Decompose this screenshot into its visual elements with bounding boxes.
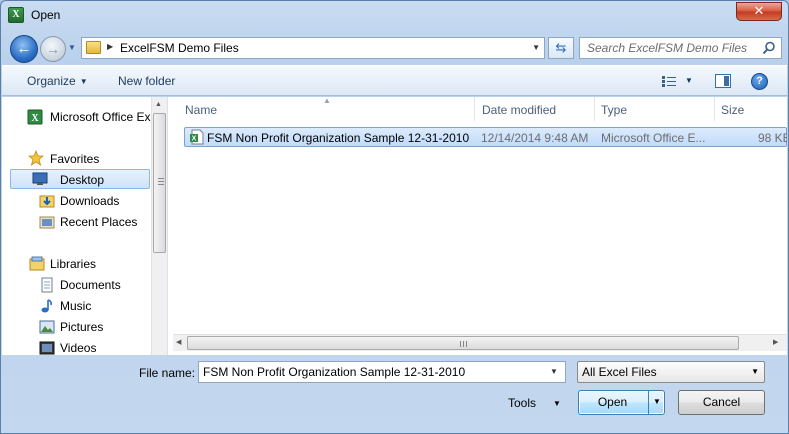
libraries-icon [29, 256, 45, 271]
file-name-dropdown-icon[interactable]: ▼ [550, 367, 558, 376]
file-list: ▲ Name Date modified Type Size X FSM Non… [173, 97, 787, 355]
scroll-grip [158, 181, 164, 182]
horizontal-scrollbar[interactable]: ◀ ▶ [173, 334, 787, 351]
back-button[interactable]: ← [10, 35, 38, 63]
sidebar-item-label: Music [60, 299, 92, 313]
dialog-title: Open [31, 8, 61, 22]
excel-icon: X [27, 109, 43, 125]
cancel-button[interactable]: Cancel [678, 390, 765, 415]
sidebar-item-label: Libraries [50, 257, 97, 271]
main-content: X Microsoft Office Excel Favorites Deskt… [2, 97, 787, 355]
scroll-left-icon[interactable]: ◀ [176, 338, 181, 346]
organize-label: Organize [27, 74, 76, 88]
sidebar-item-label: Desktop [60, 173, 105, 187]
sidebar-item-excel[interactable]: X Microsoft Office Excel [2, 107, 166, 127]
view-options-dropdown[interactable]: ▼ [685, 76, 693, 85]
pictures-icon [39, 320, 55, 334]
preview-pane-icon[interactable] [715, 74, 731, 88]
file-name-label: File name: [139, 366, 196, 380]
tools-dropdown-icon[interactable]: ▼ [553, 399, 561, 408]
scroll-grip [460, 341, 461, 347]
svg-text:X: X [31, 113, 39, 124]
file-type-selected: All Excel Files [582, 365, 657, 379]
search-icon[interactable] [762, 41, 776, 55]
table-row[interactable]: X FSM Non Profit Organization Sample 12-… [184, 127, 787, 147]
sidebar-item-documents[interactable]: Documents [2, 275, 152, 295]
file-size-cell: 98 KB [758, 131, 787, 145]
search-box[interactable] [579, 37, 782, 59]
title-bar[interactable]: X Open ✕ [1, 1, 788, 31]
open-dialog: X Open ✕ ← → ▼ ▶ ExcelFSM Demo Files ▼ ⇆… [0, 0, 789, 434]
music-icon [41, 299, 52, 313]
sidebar-item-pictures[interactable]: Pictures [2, 317, 152, 337]
address-dropdown-icon[interactable]: ▼ [532, 43, 540, 52]
sort-ascending-icon: ▲ [323, 97, 331, 105]
sidebar-item-recent-places[interactable]: Recent Places [2, 212, 152, 232]
star-icon [28, 150, 44, 166]
scroll-right-icon[interactable]: ▶ [773, 338, 778, 346]
column-header-date-modified[interactable]: Date modified [475, 97, 595, 121]
open-options-dropdown[interactable]: ▼ [653, 397, 661, 406]
videos-icon [39, 341, 55, 355]
excel-icon: X [8, 7, 24, 23]
breadcrumb-arrow-icon[interactable]: ▶ [107, 42, 113, 51]
downloads-icon [39, 195, 55, 208]
sidebar-item-music[interactable]: Music [2, 296, 152, 316]
sidebar-item-downloads[interactable]: Downloads [2, 191, 152, 211]
refresh-button[interactable]: ⇆ [548, 37, 574, 59]
sidebar-item-desktop[interactable]: Desktop [10, 169, 150, 189]
sidebar-item-label: Pictures [60, 320, 104, 334]
desktop-icon [32, 172, 48, 185]
sidebar-item-label: Recent Places [60, 215, 138, 229]
pane-splitter[interactable] [167, 97, 172, 355]
chevron-down-icon: ▼ [751, 367, 759, 376]
navigation-scrollbar[interactable]: ▲ [151, 97, 167, 355]
tools-button[interactable]: Tools [508, 396, 536, 410]
scroll-up-icon[interactable]: ▲ [155, 101, 162, 108]
search-input[interactable] [580, 38, 760, 58]
sidebar-item-libraries[interactable]: Libraries [2, 254, 152, 274]
scroll-grip [158, 184, 164, 185]
scroll-grip [466, 341, 467, 347]
excel-file-icon: X [190, 129, 204, 145]
file-date-cell: 12/14/2014 9:48 AM [481, 131, 589, 145]
sidebar-item-label: Documents [60, 278, 121, 292]
address-bar[interactable]: ▶ ExcelFSM Demo Files ▼ [81, 37, 545, 59]
column-header-size[interactable]: Size [715, 97, 787, 121]
open-split-divider [648, 391, 649, 414]
change-view-icon[interactable] [662, 76, 676, 87]
column-header-type[interactable]: Type [595, 97, 715, 121]
command-bar: Organize ▼ New folder ▼ ? [2, 65, 787, 96]
recent-places-icon [39, 216, 55, 229]
column-header-name[interactable]: ▲ Name [173, 97, 475, 121]
forward-button[interactable]: → [40, 36, 66, 62]
navigation-pane: X Microsoft Office Excel Favorites Deskt… [2, 97, 167, 355]
svg-text:X: X [192, 136, 197, 143]
file-name-input[interactable] [198, 361, 566, 383]
sidebar-item-label: Microsoft Office Excel [50, 110, 166, 124]
chevron-down-icon: ▼ [79, 77, 88, 86]
sidebar-item-videos[interactable]: Videos [2, 338, 152, 355]
new-folder-button[interactable]: New folder [118, 74, 175, 88]
help-icon[interactable]: ? [751, 73, 768, 90]
close-button[interactable]: ✕ [736, 2, 782, 21]
open-button[interactable]: Open [578, 390, 665, 415]
sidebar-item-label: Downloads [60, 194, 120, 208]
recent-locations-dropdown[interactable]: ▼ [67, 42, 77, 54]
scrollbar-thumb[interactable] [187, 336, 739, 350]
breadcrumb-current-folder[interactable]: ExcelFSM Demo Files [120, 41, 239, 55]
scrollbar-thumb[interactable] [153, 113, 166, 253]
organize-button[interactable]: Organize ▼ [27, 74, 88, 88]
sidebar-item-label: Videos [60, 341, 97, 355]
file-type-cell: Microsoft Office E... [601, 131, 706, 145]
scroll-grip [158, 178, 164, 179]
sidebar-item-label: Favorites [50, 152, 100, 166]
folder-icon [86, 41, 101, 54]
sidebar-item-favorites[interactable]: Favorites [2, 149, 152, 169]
scroll-grip [463, 341, 464, 347]
documents-icon [41, 277, 53, 293]
file-name-cell: FSM Non Profit Organization Sample 12-31… [207, 131, 470, 145]
file-type-select[interactable]: All Excel Files ▼ [577, 361, 765, 383]
